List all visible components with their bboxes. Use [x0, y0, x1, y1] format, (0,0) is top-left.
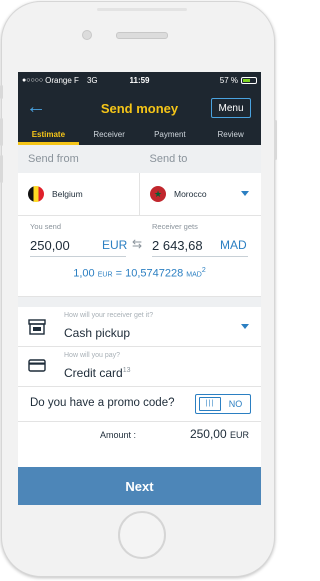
send-from-country-name: Belgium: [52, 189, 83, 199]
you-send-currency: EUR: [102, 238, 128, 252]
receiver-gets-input[interactable]: 2 643,68: [152, 238, 203, 253]
you-send-input[interactable]: 250,00: [30, 238, 70, 253]
volume-up-button: [0, 118, 3, 146]
promo-code-toggle[interactable]: ||| NO: [195, 394, 251, 414]
mute-switch: [0, 85, 3, 99]
belgium-flag-icon: [28, 186, 44, 202]
send-labels: Send from Send to: [18, 145, 261, 173]
receiver-gets-underline: [152, 256, 248, 257]
send-to-country-select[interactable]: ★ Morocco: [139, 173, 261, 215]
power-button: [274, 120, 277, 160]
you-send-underline: [30, 256, 126, 257]
tab-payment[interactable]: Payment: [140, 128, 201, 145]
send-to-country-name: Morocco: [174, 189, 207, 199]
tab-review[interactable]: Review: [200, 128, 261, 145]
storefront-icon: [28, 319, 46, 335]
total-amount-row: Amount : 250,00 EUR: [18, 422, 261, 444]
promo-code-row: Do you have a promo code? ||| NO: [18, 387, 261, 422]
total-amount: 250,00 EUR: [190, 427, 249, 441]
you-send-label: You send: [30, 222, 62, 231]
next-button[interactable]: Next: [18, 467, 261, 505]
app-screen: ●○○○○ Orange F 3G 11:59 57 % ← Send mone…: [18, 72, 261, 505]
amounts-panel: You send 250,00 EUR ⇆ Receiver gets 2 64…: [18, 216, 261, 297]
menu-button[interactable]: Menu: [211, 98, 251, 118]
section-gap: [18, 297, 261, 307]
exchange-rate: 1,00 EUR = 10,5747228 MAD2: [18, 267, 261, 280]
total-amount-label: Amount :: [100, 430, 137, 440]
toggle-state-text: NO: [228, 399, 243, 409]
phone-ridge: [97, 8, 187, 11]
status-bar: ●○○○○ Orange F 3G 11:59 57 %: [18, 72, 261, 88]
delivery-method-value: Cash pickup: [64, 326, 131, 340]
rate-left-currency: EUR: [97, 271, 113, 279]
tab-estimate[interactable]: Estimate: [18, 128, 79, 145]
rate-right-value: 10,5747228: [125, 267, 184, 280]
send-from-country[interactable]: Belgium: [18, 173, 139, 215]
delivery-method-select[interactable]: How will your receiver get it? Cash pick…: [18, 307, 261, 347]
toggle-knob: |||: [199, 397, 221, 411]
rate-left-value: 1,00: [73, 267, 95, 280]
volume-down-button: [0, 155, 3, 183]
step-tabs: Estimate Receiver Payment Review: [18, 128, 261, 145]
battery-icon: [241, 76, 257, 84]
chevron-down-icon[interactable]: [241, 324, 249, 329]
front-camera: [82, 30, 92, 40]
app-header: ← Send money Menu: [18, 88, 261, 128]
battery-percent: 57 %: [219, 75, 238, 85]
tab-receiver[interactable]: Receiver: [79, 128, 140, 145]
payment-method-label: How will you pay?: [64, 352, 121, 359]
payment-method-value: Credit card: [64, 366, 123, 380]
send-to-label: Send to: [149, 153, 188, 165]
receiver-gets-currency: MAD: [220, 238, 247, 252]
home-button[interactable]: [118, 511, 166, 559]
morocco-flag-icon: ★: [150, 186, 166, 202]
payment-method-value-wrap: Credit card13: [64, 366, 130, 380]
battery-area: 57 %: [220, 76, 257, 85]
send-from-label: Send from: [28, 153, 79, 165]
payment-method-select[interactable]: How will you pay? Credit card13: [18, 347, 261, 387]
receiver-gets-label: Receiver gets: [152, 222, 198, 231]
rate-footnote: 2: [201, 267, 206, 274]
rate-equals: =: [115, 267, 123, 280]
credit-card-icon: [28, 359, 46, 372]
delivery-method-label: How will your receiver get it?: [64, 312, 154, 319]
earpiece-speaker: [116, 32, 168, 39]
swap-arrows-icon[interactable]: ⇆: [132, 237, 142, 251]
rate-right-currency: MAD: [186, 271, 202, 279]
battery-fill: [243, 78, 250, 82]
promo-code-question: Do you have a promo code?: [30, 397, 175, 409]
country-selectors: Belgium ★ Morocco: [18, 173, 261, 216]
chevron-down-icon[interactable]: [241, 191, 249, 196]
payment-footnote: 13: [122, 367, 131, 374]
total-amount-value: 250,00: [189, 427, 227, 441]
total-amount-currency: EUR: [229, 430, 249, 440]
